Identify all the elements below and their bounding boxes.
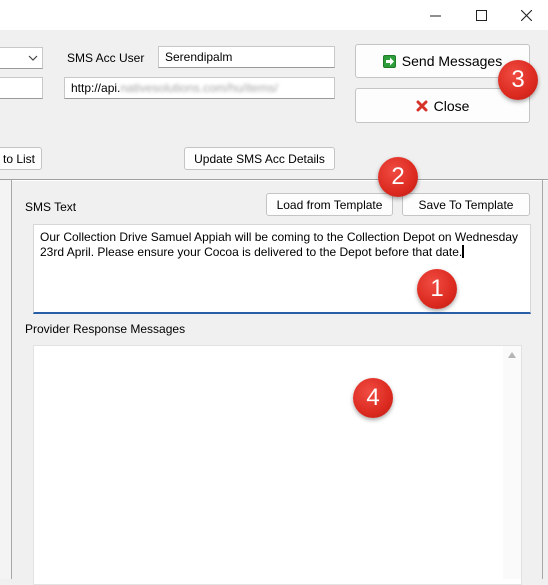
update-sms-acc-label: Update SMS Acc Details — [194, 151, 325, 166]
send-messages-label: Send Messages — [401, 53, 503, 69]
sms-acc-user-field[interactable]: Serendipalm — [158, 46, 335, 68]
sms-acc-user-value: Serendipalm — [165, 50, 233, 64]
annotation-badge-4: 4 — [353, 378, 393, 418]
annotation-badge-2: 2 — [378, 157, 418, 197]
left-pane — [0, 180, 11, 579]
annotation-badge-3: 3 — [498, 60, 538, 100]
add-to-list-button[interactable]: to List — [0, 147, 42, 170]
close-window-button[interactable] — [503, 0, 548, 30]
sms-text-value: Our Collection Drive Samuel Appiah will … — [40, 230, 519, 259]
scroll-up-arrow-icon[interactable] — [508, 352, 516, 358]
text-caret — [462, 245, 465, 258]
account-dropdown[interactable] — [0, 47, 43, 69]
provider-response-label: Provider Response Messages — [25, 322, 186, 336]
api-url-field[interactable]: http://api. nativesolutions.com/hu/items/ — [64, 77, 335, 99]
maximize-button[interactable] — [458, 0, 504, 30]
save-to-template-button[interactable]: Save To Template — [402, 193, 530, 216]
save-template-label: Save To Template — [418, 197, 514, 212]
chevron-down-icon — [28, 55, 38, 61]
annotation-badge-1: 1 — [417, 269, 457, 309]
response-scrollbar[interactable] — [503, 346, 521, 579]
send-arrow-icon — [382, 54, 396, 68]
close-label: Close — [433, 97, 470, 114]
sms-text-label: SMS Text — [25, 200, 77, 214]
right-pane-border — [542, 180, 543, 579]
close-icon — [520, 9, 532, 21]
red-x-icon — [416, 100, 428, 111]
minimize-button[interactable] — [412, 0, 458, 30]
update-sms-acc-details-button[interactable]: Update SMS Acc Details — [184, 147, 335, 170]
sms-acc-user-label: SMS Acc User — [67, 51, 145, 65]
load-from-template-button[interactable]: Load from Template — [266, 193, 393, 216]
load-template-label: Load from Template — [276, 197, 383, 212]
to-list-label: to List — [2, 151, 35, 166]
sms-text-input[interactable]: Our Collection Drive Samuel Appiah will … — [33, 224, 531, 314]
panel-divider-highlight — [0, 180, 548, 181]
maximize-icon — [475, 9, 487, 21]
minimize-icon — [429, 15, 441, 16]
provider-response-box[interactable] — [33, 345, 522, 585]
left-field[interactable] — [0, 77, 43, 99]
api-url-blurred: nativesolutions.com/hu/items/ — [120, 81, 278, 95]
api-url-prefix: http://api. — [71, 81, 121, 95]
left-pane-border — [11, 180, 12, 579]
